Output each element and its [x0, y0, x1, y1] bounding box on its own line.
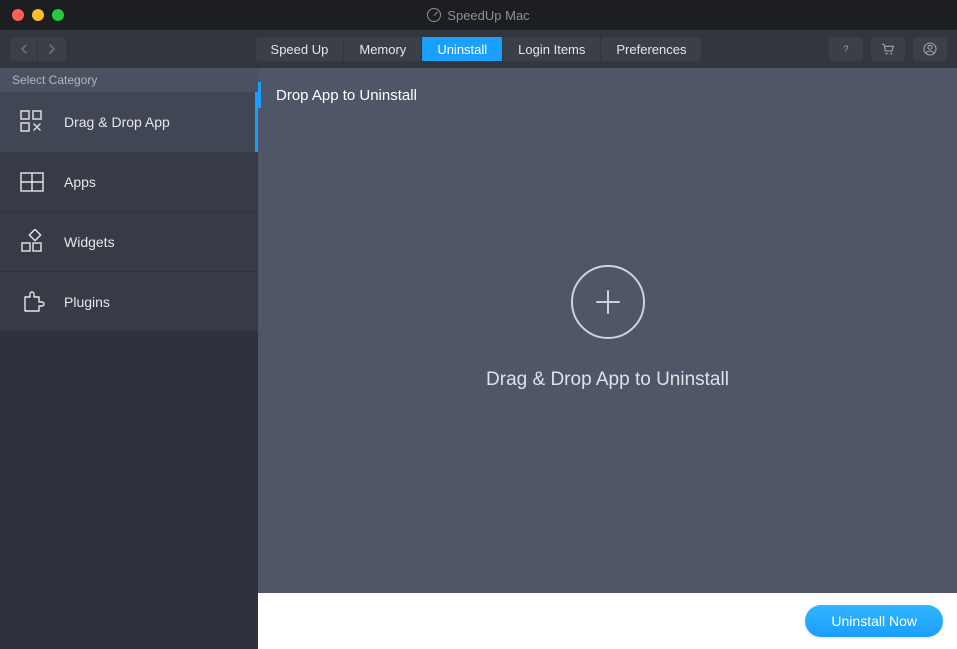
plus-icon	[591, 285, 625, 319]
drop-zone-message: Drag & Drop App to Uninstall	[486, 369, 729, 391]
window-controls	[0, 9, 64, 21]
sidebar: Select Category Drag & Drop App Apps Wid…	[0, 68, 258, 649]
drop-zone[interactable]: Drag & Drop App to Uninstall	[258, 122, 957, 593]
nav-arrows	[10, 37, 66, 61]
window-title: SpeedUp Mac	[0, 0, 957, 30]
apps-grid-icon	[18, 168, 46, 196]
sidebar-item-drag-drop[interactable]: Drag & Drop App	[0, 92, 258, 152]
tab-label: Login Items	[518, 42, 585, 57]
tab-memory[interactable]: Memory	[344, 37, 422, 61]
titlebar: SpeedUp Mac	[0, 0, 957, 30]
main-panel: Drop App to Uninstall Drag & Drop App to…	[258, 68, 957, 649]
app-speedometer-icon	[427, 8, 441, 22]
tab-label: Memory	[359, 42, 406, 57]
widgets-icon	[18, 228, 46, 256]
tab-label: Preferences	[616, 42, 686, 57]
sidebar-item-label: Widgets	[64, 234, 115, 250]
chevron-right-icon	[48, 44, 56, 54]
tab-label: Speed Up	[271, 42, 329, 57]
minimize-window-button[interactable]	[32, 9, 44, 21]
tab-login-items[interactable]: Login Items	[503, 37, 601, 61]
tab-uninstall[interactable]: Uninstall	[422, 37, 503, 61]
chevron-left-icon	[20, 44, 28, 54]
sidebar-item-label: Plugins	[64, 294, 110, 310]
footer: Uninstall Now	[258, 593, 957, 649]
sidebar-item-widgets[interactable]: Widgets	[0, 212, 258, 272]
tab-speed-up[interactable]: Speed Up	[256, 37, 345, 61]
main-tabs: Speed Up Memory Uninstall Login Items Pr…	[256, 37, 702, 61]
sidebar-header-label: Select Category	[12, 73, 97, 87]
panel-header-title: Drop App to Uninstall	[276, 87, 417, 104]
cart-button[interactable]	[871, 37, 905, 61]
user-icon	[922, 41, 938, 57]
panel-header: Drop App to Uninstall	[258, 68, 957, 122]
help-button[interactable]: ?	[829, 37, 863, 61]
tab-label: Uninstall	[437, 42, 487, 57]
sidebar-item-apps[interactable]: Apps	[0, 152, 258, 212]
svg-text:?: ?	[843, 44, 848, 54]
body: Select Category Drag & Drop App Apps Wid…	[0, 68, 957, 649]
toolbar: Speed Up Memory Uninstall Login Items Pr…	[0, 30, 957, 68]
tab-preferences[interactable]: Preferences	[601, 37, 701, 61]
cart-icon	[880, 41, 896, 57]
sidebar-item-label: Apps	[64, 174, 96, 190]
maximize-window-button[interactable]	[52, 9, 64, 21]
nav-forward-button[interactable]	[38, 37, 66, 61]
sidebar-header: Select Category	[0, 68, 258, 92]
drag-drop-icon	[18, 108, 46, 136]
sidebar-item-label: Drag & Drop App	[64, 114, 170, 130]
close-window-button[interactable]	[12, 9, 24, 21]
window-title-text: SpeedUp Mac	[447, 8, 529, 23]
primary-button-label: Uninstall Now	[831, 613, 917, 629]
help-icon: ?	[839, 42, 853, 56]
plugins-puzzle-icon	[18, 288, 46, 316]
plus-circle-icon	[571, 265, 645, 339]
sidebar-item-plugins[interactable]: Plugins	[0, 272, 258, 332]
user-button[interactable]	[913, 37, 947, 61]
sidebar-empty-space	[0, 332, 258, 649]
uninstall-now-button[interactable]: Uninstall Now	[805, 605, 943, 637]
nav-back-button[interactable]	[10, 37, 38, 61]
toolbar-right: ?	[829, 37, 947, 61]
